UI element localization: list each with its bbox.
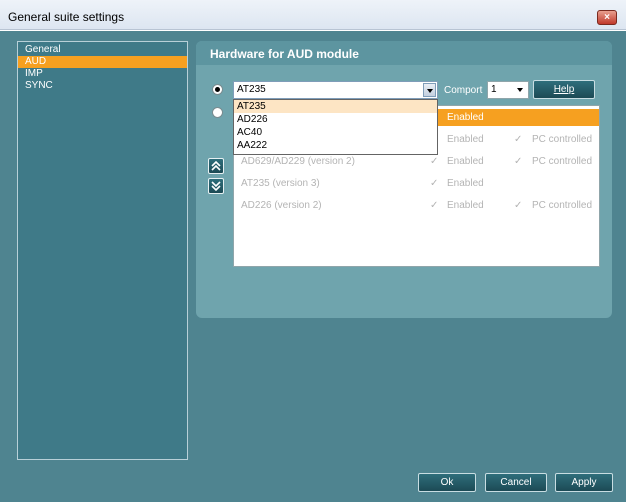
sidebar-item-sync[interactable]: SYNC: [18, 80, 187, 92]
dropdown-option[interactable]: AC40: [234, 126, 437, 139]
row-enabled-label: Enabled: [447, 200, 484, 211]
chevron-down-icon[interactable]: [423, 83, 436, 97]
category-list: General AUD IMP SYNC: [17, 41, 188, 460]
close-button[interactable]: ×: [597, 10, 617, 25]
list-row[interactable]: AT235 (version 3) ✓ Enabled: [234, 175, 599, 192]
window-title: General suite settings: [8, 10, 125, 24]
check-icon: ✓: [514, 200, 523, 211]
check-icon: ✓: [430, 178, 439, 189]
row-enabled-label: Enabled: [447, 134, 484, 145]
double-chevron-down-icon: [211, 181, 221, 191]
row-pc-label: PC controlled: [532, 156, 593, 167]
list-row[interactable]: AD629/AD229 (version 2) ✓ Enabled ✓ PC c…: [234, 153, 599, 170]
hardware-panel-header: Hardware for AUD module: [196, 41, 612, 65]
row-pc-label: PC controlled: [532, 200, 593, 211]
apply-button[interactable]: Apply: [555, 473, 613, 492]
device-select-value: AT235: [237, 84, 266, 95]
title-bar: General suite settings ×: [0, 0, 626, 30]
dropdown-option[interactable]: AA222: [234, 139, 437, 152]
device-select[interactable]: AT235: [233, 81, 438, 99]
help-button[interactable]: Help: [533, 80, 595, 99]
comport-select[interactable]: 1: [487, 81, 529, 99]
row-name: AT235 (version 3): [241, 178, 320, 189]
close-icon: ×: [604, 12, 610, 23]
check-icon: ✓: [514, 156, 523, 167]
row-enabled-label: Enabled: [447, 112, 484, 123]
row-name: AD629/AD229 (version 2): [241, 156, 355, 167]
chevron-down-icon[interactable]: [514, 83, 527, 97]
row-enabled-label: Enabled: [447, 178, 484, 189]
list-row[interactable]: AD226 (version 2) ✓ Enabled ✓ PC control…: [234, 197, 599, 214]
check-icon: ✓: [430, 156, 439, 167]
move-up-button[interactable]: [208, 158, 224, 174]
move-down-button[interactable]: [208, 178, 224, 194]
device-dropdown-list: AT235 AD226 AC40 AA222: [233, 99, 438, 155]
comport-label: Comport: [444, 85, 483, 96]
dropdown-option[interactable]: AT235: [234, 100, 437, 113]
check-icon: ✓: [430, 200, 439, 211]
sidebar-item-imp[interactable]: IMP: [18, 68, 187, 80]
row-name: AD226 (version 2): [241, 200, 322, 211]
sidebar-item-aud[interactable]: AUD: [18, 56, 187, 68]
sidebar-item-general[interactable]: General: [18, 44, 187, 56]
cancel-button-label: Cancel: [500, 477, 532, 488]
radio-single-device[interactable]: [212, 84, 223, 95]
double-chevron-up-icon: [211, 161, 221, 171]
hardware-panel-title: Hardware for AUD module: [210, 47, 359, 61]
help-button-label: Help: [553, 84, 575, 95]
check-icon: ✓: [514, 134, 523, 145]
dropdown-option[interactable]: AD226: [234, 113, 437, 126]
apply-button-label: Apply: [571, 477, 597, 488]
radio-device-list[interactable]: [212, 107, 223, 118]
ok-button-label: Ok: [440, 477, 454, 488]
comport-select-value: 1: [491, 84, 497, 95]
cancel-button[interactable]: Cancel: [485, 473, 547, 492]
row-pc-label: PC controlled: [532, 134, 593, 145]
ok-button[interactable]: Ok: [418, 473, 476, 492]
row-enabled-label: Enabled: [447, 156, 484, 167]
